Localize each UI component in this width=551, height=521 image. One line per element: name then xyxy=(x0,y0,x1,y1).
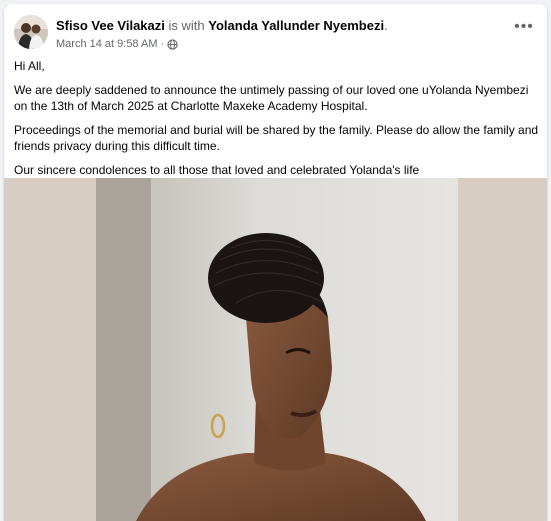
post-card: Sfiso Vee Vilakazi is with Yolanda Yallu… xyxy=(4,4,547,521)
greeting-paragraph: Hi All, xyxy=(14,59,45,73)
with-text: is with xyxy=(168,18,205,33)
post-subline: March 14 at 9:58 AM · xyxy=(56,38,497,51)
more-options-button[interactable]: ••• xyxy=(511,19,537,40)
author-name-link[interactable]: Sfiso Vee Vilakazi xyxy=(56,18,165,33)
post-body: Hi All, We are deeply saddened to announ… xyxy=(14,58,542,186)
period: . xyxy=(384,18,388,33)
condolences-paragraph: Our sincere condolences to all those tha… xyxy=(14,163,420,177)
post-photo-area[interactable] xyxy=(4,178,547,521)
separator-dot: · xyxy=(160,38,165,50)
avatar-image xyxy=(14,15,48,49)
tagged-name-link[interactable]: Yolanda Yallunder Nyembezi xyxy=(208,18,384,33)
author-line: Sfiso Vee Vilakazi is with Yolanda Yallu… xyxy=(56,18,497,34)
post-photo[interactable] xyxy=(96,178,458,521)
portrait-image xyxy=(96,178,458,521)
post-meta: Sfiso Vee Vilakazi is with Yolanda Yallu… xyxy=(56,18,497,51)
author-avatar[interactable] xyxy=(14,15,48,49)
proceedings-paragraph: Proceedings of the memorial and burial w… xyxy=(14,123,539,153)
announcement-paragraph: We are deeply saddened to announce the u… xyxy=(14,83,529,113)
post-header: Sfiso Vee Vilakazi is with Yolanda Yallu… xyxy=(14,14,537,54)
globe-icon[interactable] xyxy=(167,39,178,50)
post-timestamp[interactable]: March 14 at 9:58 AM xyxy=(56,38,158,51)
